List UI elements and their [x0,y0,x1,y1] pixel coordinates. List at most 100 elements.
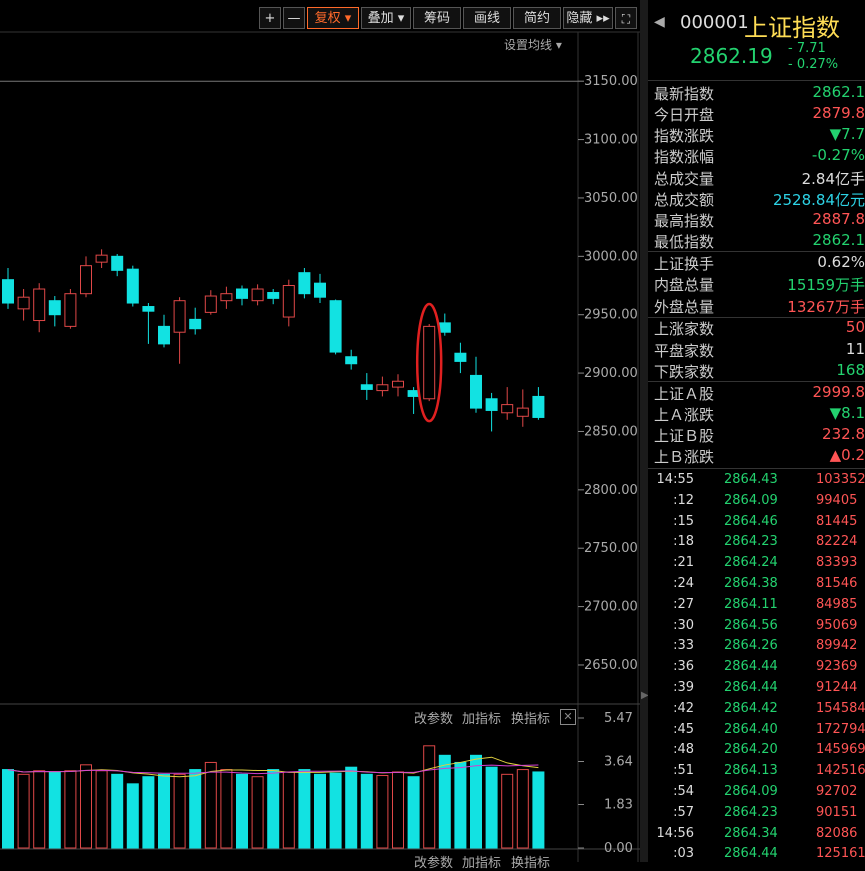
y-tick-label: 2900.00 [584,366,638,381]
huaxian-button[interactable]: 画线 [463,7,511,29]
tick-price: 2864.26 [724,638,778,653]
tick-price: 2864.44 [724,680,778,695]
indicator-param-button[interactable]: 改参数 [414,708,453,727]
zoom-out-button[interactable]: — [283,7,305,29]
quote-value: ▼8.1 [830,404,865,422]
candle-body [3,280,14,303]
divider [648,468,865,469]
quote-row: 今日开盘2879.8 [648,104,865,125]
tick-time: :36 [654,659,694,674]
tick-row: :542864.0992702 [648,784,865,805]
fuquan-label: 复权 [315,11,341,26]
expand-icon[interactable]: ⛶ [615,7,637,29]
volume-bar [159,774,170,848]
volume-bar [455,762,466,848]
quote-value: 2999.8 [813,383,865,401]
tick-volume: 81546 [816,576,857,591]
volume-bar [346,767,357,848]
candle-body [361,385,372,390]
ma-settings-button[interactable]: 设置均线 ▾ [504,36,562,53]
stock-change-pct: - 0.27% [788,57,838,72]
volume-bar [221,770,232,848]
prev-stock-icon[interactable]: ◀ [654,14,665,30]
quote-row: 上证Ｂ股232.8 [648,425,865,446]
tick-row: 14:552864.43103352 [648,472,865,493]
volume-bar [112,774,123,848]
quote-value: 11 [846,340,865,358]
candle-body [190,319,201,328]
volume-bar [34,771,45,848]
tick-volume: 91244 [816,680,857,695]
tick-price: 2864.56 [724,618,778,633]
quote-row: 外盘总量13267万手 [648,296,865,317]
quote-label: 总成交额 [654,189,714,210]
quote-value: 2862.1 [813,231,865,249]
diejia-button[interactable]: 叠加 ▾ [361,7,411,29]
quote-value: ▲0.2 [830,446,865,464]
quote-row: 最高指数2887.8 [648,210,865,231]
stock-code: 000001 [680,12,749,33]
tick-time: :54 [654,784,694,799]
volume-bar [49,772,60,848]
quote-row: 上涨家数50 [648,318,865,339]
quote-value: 2.84亿手 [802,168,865,189]
candle-body [221,294,232,301]
candle-body [346,357,357,364]
tick-row: :452864.40172794 [648,722,865,743]
fuquan-button[interactable]: 复权 ▾ [307,7,359,29]
tick-volume: 82086 [816,826,857,841]
quote-value: 2862.1 [813,83,865,101]
zoom-in-button[interactable]: + [259,7,281,29]
kline-chart[interactable]: 3150.003100.003050.003000.002950.002900.… [0,0,640,862]
quote-value: 168 [836,361,865,379]
tick-row: :272864.1184985 [648,597,865,618]
volume-bar [3,770,14,848]
y-tick-label: 2850.00 [584,424,638,439]
y-tick-label: 3100.00 [584,133,638,148]
volume-bar [315,774,326,848]
volume-bar [283,772,294,848]
tick-time: :48 [654,742,694,757]
quote-label: 内盘总量 [654,274,714,295]
tick-row: :242864.3881546 [648,576,865,597]
kline-chart-area[interactable]: 3150.003100.003050.003000.002950.002900.… [0,0,640,862]
tick-volume: 125161 [816,846,865,861]
tick-row: :422864.42154584 [648,701,865,722]
yincang-button[interactable]: 隐藏 ▸▸ [563,7,613,29]
tick-volume: 99405 [816,493,857,508]
candle-body [65,294,76,327]
tick-time: :24 [654,576,694,591]
y-tick-label: 2750.00 [584,541,638,556]
tick-row: :032864.44125161 [648,846,865,867]
vol-tick-label: 1.83 [604,798,633,813]
quote-value: 50 [846,318,865,336]
panel-splitter[interactable]: ▶ [640,0,648,862]
quote-row: 平盘家数11 [648,340,865,361]
quote-row: 指数涨幅-0.27% [648,146,865,167]
divider [648,381,865,382]
volume-bar [330,773,341,848]
vol-tick-label: 3.64 [604,754,633,769]
tick-row: :152864.4681445 [648,514,865,535]
tick-price: 2864.43 [724,472,778,487]
quote-label: 上证换手 [654,253,714,274]
indicator-close-icon[interactable]: ✕ [560,709,576,725]
tick-time: :27 [654,597,694,612]
indicator-add-button[interactable]: 加指标 [462,708,501,727]
tick-price: 2864.09 [724,784,778,799]
tick-volume: 154584 [816,701,865,716]
quote-label: 指数涨幅 [654,146,714,167]
quote-row: 上证换手0.62% [648,253,865,274]
candle-body [34,289,45,321]
indicator-switch-button[interactable]: 换指标 [511,708,550,727]
volume-bar [486,767,497,848]
volume-bar [424,746,435,848]
choumao-button[interactable]: 筹码 [413,7,461,29]
divider [648,80,865,81]
jianyue-button[interactable]: 简约 [513,7,561,29]
tick-time: :03 [654,846,694,861]
quote-panel: ◀ 000001 上证指数 2862.19 - 7.71 - 0.27% 最新指… [648,0,865,862]
tick-time: 14:56 [654,826,694,841]
quote-label: 外盘总量 [654,296,714,317]
volume-bar [18,774,29,848]
